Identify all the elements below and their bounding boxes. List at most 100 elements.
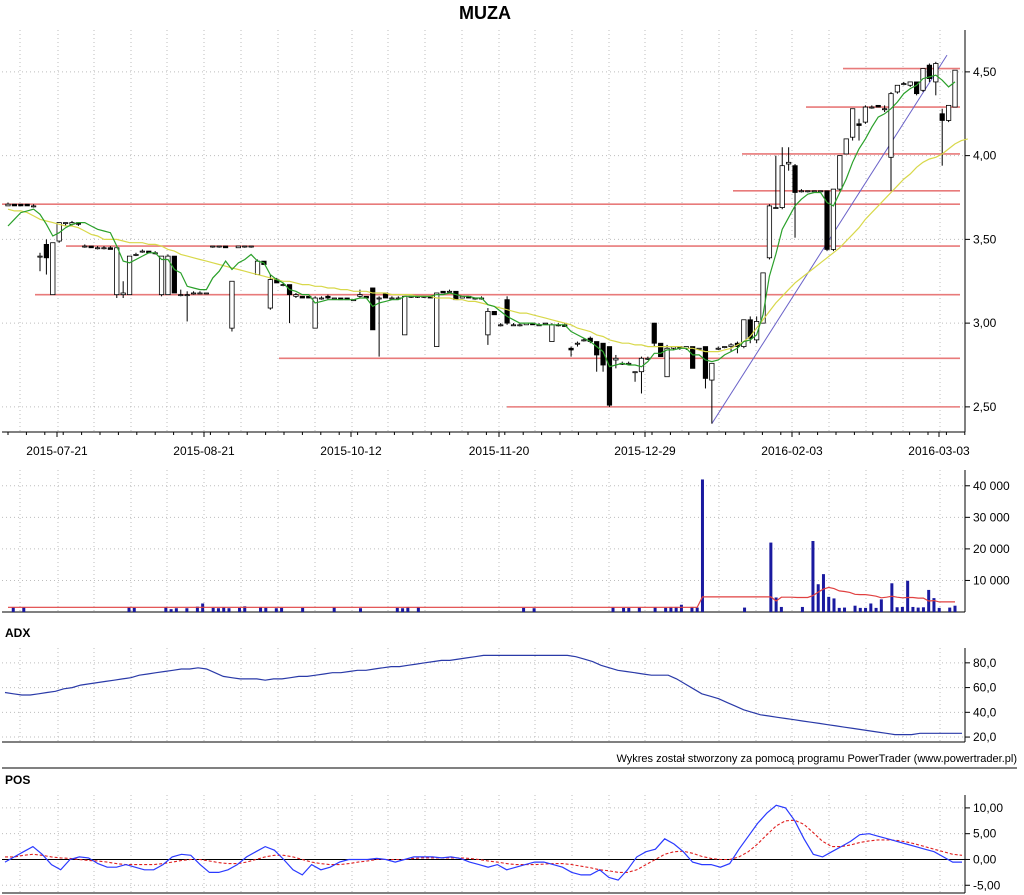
- volume-bar: [358, 608, 362, 612]
- volume-bar: [743, 607, 747, 612]
- candle-body: [843, 138, 849, 155]
- candle-body: [517, 324, 523, 327]
- volume-bar: [127, 607, 131, 612]
- candle-body: [184, 294, 190, 297]
- candle-body: [210, 245, 216, 248]
- volume-bar: [937, 607, 941, 612]
- volume-bar: [532, 608, 536, 612]
- volume-bar: [916, 607, 920, 612]
- candle-body: [792, 165, 798, 193]
- candle-body: [869, 106, 875, 109]
- candle-body: [440, 290, 446, 294]
- volume-bar: [653, 607, 657, 612]
- volume-bar: [879, 599, 883, 612]
- candle-body: [715, 347, 721, 350]
- candle-body: [18, 203, 24, 207]
- candle-body: [613, 357, 619, 361]
- volume-bar: [259, 607, 263, 612]
- candle-body: [120, 292, 126, 296]
- candle-body: [325, 295, 331, 299]
- volume-y-tick-label: 10 000: [973, 573, 1010, 587]
- candle-body: [248, 245, 254, 248]
- candle-body: [888, 93, 894, 158]
- candle-body: [875, 104, 881, 108]
- volume-bar: [864, 607, 868, 612]
- price-y-tick-label: 3,00: [973, 316, 997, 330]
- volume-y-tick-label: 20 000: [973, 542, 1010, 556]
- candle-body: [331, 297, 337, 300]
- volume-bar: [332, 607, 336, 612]
- volume-bar: [216, 608, 220, 612]
- candle-body: [242, 245, 248, 248]
- candle-body: [190, 292, 197, 295]
- pos-y-tick-label: 0,00: [973, 852, 997, 866]
- candle-body: [229, 280, 235, 329]
- volume-bar: [22, 607, 26, 612]
- credit-text: Wykres został stworzony za pomocą progra…: [616, 753, 1017, 765]
- candle-body: [606, 346, 613, 406]
- volume-bar: [858, 607, 862, 612]
- volume-bar: [169, 609, 173, 612]
- candle-body: [651, 322, 657, 344]
- candle-body: [632, 371, 638, 374]
- volume-bar: [769, 542, 773, 612]
- volume-bar: [900, 606, 904, 612]
- candle-body: [510, 324, 517, 327]
- volume-bar: [827, 596, 831, 612]
- candle-body: [24, 203, 30, 207]
- candle-body: [37, 255, 43, 258]
- candle-body: [786, 161, 792, 165]
- pos-line: [4, 804, 962, 881]
- candle-body: [299, 295, 305, 299]
- volume-panel: 40 000 30 000 20 000 10 000: [2, 470, 1010, 613]
- price-x-tick-label: 2015-10-12: [320, 444, 382, 458]
- volume-bar: [622, 607, 626, 612]
- candle-body: [222, 245, 229, 249]
- volume-bar: [911, 606, 915, 612]
- volume-bar: [800, 606, 804, 612]
- volume-bar: [821, 574, 825, 612]
- candle-body: [882, 108, 888, 111]
- candle-body: [318, 297, 325, 300]
- price-y-tick-label: 3,50: [973, 232, 997, 246]
- volume-bar: [401, 608, 405, 612]
- price-x-tick-label: 2015-11-20: [469, 444, 530, 458]
- candle-body: [446, 290, 453, 293]
- candle-body: [766, 205, 773, 259]
- candle-body: [171, 255, 177, 294]
- price-x-tick-label: 2015-07-21: [26, 444, 88, 458]
- candle-body: [952, 69, 958, 108]
- chart-title: MUZA: [459, 3, 511, 23]
- candle-body: [402, 295, 408, 336]
- pos-y-tick-label: -5,00: [973, 878, 1001, 892]
- candle-body: [818, 190, 824, 193]
- volume-bar: [664, 607, 668, 612]
- candle-body: [856, 123, 862, 126]
- candle-body: [62, 222, 69, 225]
- candle-body: [798, 190, 805, 193]
- candle-body: [779, 165, 785, 208]
- volume-bar: [695, 607, 699, 612]
- volume-bar: [274, 608, 278, 612]
- candle-body: [850, 108, 856, 138]
- candle-body: [664, 347, 670, 378]
- candle-body: [581, 339, 587, 342]
- candle-body: [434, 292, 440, 347]
- candle-body: [11, 203, 17, 207]
- volume-bar: [611, 607, 615, 612]
- candle-body: [43, 243, 49, 259]
- candle-body: [101, 247, 107, 250]
- candle-body: [658, 342, 664, 358]
- candle-body: [197, 292, 203, 295]
- candle-body: [485, 310, 491, 336]
- volume-bar: [11, 607, 15, 612]
- volume-bar: [395, 607, 399, 612]
- volume-bar: [211, 607, 215, 612]
- candle-body: [939, 113, 945, 121]
- volume-bar: [222, 607, 226, 612]
- candle-body: [830, 188, 837, 250]
- volume-bar: [869, 603, 873, 612]
- volume-bar: [906, 580, 910, 612]
- price-x-tick-label: 2016-02-03: [761, 444, 823, 458]
- volume-bar: [811, 541, 815, 612]
